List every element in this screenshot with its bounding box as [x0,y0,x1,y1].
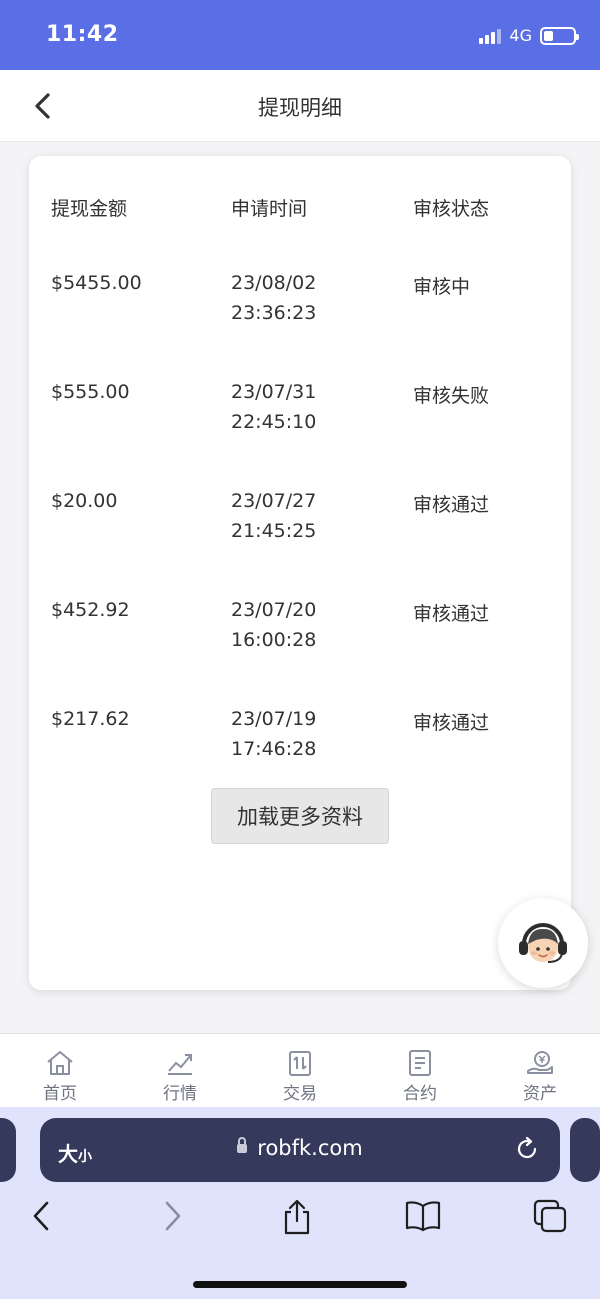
tab-market[interactable]: 行情 [120,1034,240,1108]
table-header: 提现金额 申请时间 审核状态 [29,194,571,220]
tabs-icon[interactable] [532,1199,568,1233]
row-date: 23/07/27 [231,490,317,512]
browser-chrome: 大小 robfk.com [0,1107,600,1299]
bookmarks-icon[interactable] [404,1199,442,1233]
row-time: 21:45:25 [231,520,317,542]
tab-trade-label: 交易 [283,1084,317,1104]
status-time: 11:42 [46,22,119,47]
signal-icon [479,28,502,44]
row-status: 审核通过 [413,712,490,734]
row-date: 23/07/31 [231,381,317,403]
header-apply-time: 申请时间 [231,198,308,220]
next-tab-preview[interactable] [570,1118,600,1182]
table-row: $555.00 23/07/31 22:45:10 审核失败 [29,381,571,451]
battery-icon [540,26,579,45]
row-status: 审核失败 [413,385,490,407]
share-icon[interactable] [282,1199,312,1235]
tab-assets[interactable]: 资产 [480,1034,600,1108]
row-datetime: 23/07/27 21:45:25 [231,486,316,546]
row-time: 16:00:28 [231,629,317,651]
row-datetime: 23/07/31 22:45:10 [231,377,316,437]
row-amount: $452.92 [51,599,130,621]
forward-icon[interactable] [160,1199,184,1233]
tab-contract-label: 合约 [403,1084,437,1104]
home-indicator[interactable] [193,1281,407,1288]
load-more-button[interactable]: 加载更多资料 [211,788,389,844]
row-time: 17:46:28 [231,738,317,760]
previous-tab-preview[interactable] [0,1118,16,1182]
status-indicators: 4G [479,26,579,45]
customer-service-avatar-icon [519,923,567,963]
page-title: 提现明细 [258,96,342,120]
tab-assets-label: 资产 [523,1084,557,1104]
status-bar: 11:42 4G [0,0,600,70]
header-status: 审核状态 [413,198,490,220]
lock-icon [237,1137,248,1153]
back-icon[interactable] [30,1199,54,1233]
table-row: $5455.00 23/08/02 23:36:23 审核中 [29,272,571,342]
table-row: $452.92 23/07/20 16:00:28 审核通过 [29,599,571,669]
trade-icon [289,1051,311,1076]
tab-market-label: 行情 [163,1084,197,1104]
tab-contract[interactable]: 合约 [360,1034,480,1108]
row-time: 23:36:23 [231,302,317,324]
row-status: 审核通过 [413,603,490,625]
row-status: 审核中 [413,276,471,298]
header-amount: 提现金额 [51,198,128,220]
row-amount: $555.00 [51,381,130,403]
row-datetime: 23/07/19 17:46:28 [231,704,316,764]
home-icon [47,1051,73,1075]
url-display[interactable]: robfk.com [40,1136,560,1160]
row-date: 23/07/20 [231,599,317,621]
market-chart-icon [168,1054,192,1075]
tab-home-label: 首页 [43,1084,77,1104]
row-datetime: 23/07/20 16:00:28 [231,595,316,655]
contract-icon [409,1050,431,1076]
url-text: robfk.com [257,1136,363,1160]
assets-icon [527,1051,553,1074]
row-status: 审核通过 [413,494,490,516]
tab-home[interactable]: 首页 [0,1034,120,1108]
row-amount: $20.00 [51,490,118,512]
row-amount: $5455.00 [51,272,142,294]
table-row: $20.00 23/07/27 21:45:25 审核通过 [29,490,571,560]
row-datetime: 23/08/02 23:36:23 [231,268,316,328]
row-time: 22:45:10 [231,411,317,433]
row-date: 23/08/02 [231,272,317,294]
network-type: 4G [509,26,532,45]
bottom-tab-bar: 首页 行情 交易 合约 资产 [0,1033,600,1107]
reload-icon[interactable] [514,1136,540,1162]
tab-trade[interactable]: 交易 [240,1034,360,1108]
withdrawal-records-card: 提现金额 申请时间 审核状态 $5455.00 23/08/02 23:36:23… [29,156,571,990]
table-row: $217.62 23/07/19 17:46:28 审核通过 [29,708,571,778]
address-bar[interactable]: 大小 robfk.com [40,1118,560,1182]
row-amount: $217.62 [51,708,130,730]
navigation-bar: 提现明细 [0,70,600,142]
customer-service-button[interactable] [498,898,588,988]
row-date: 23/07/19 [231,708,317,730]
